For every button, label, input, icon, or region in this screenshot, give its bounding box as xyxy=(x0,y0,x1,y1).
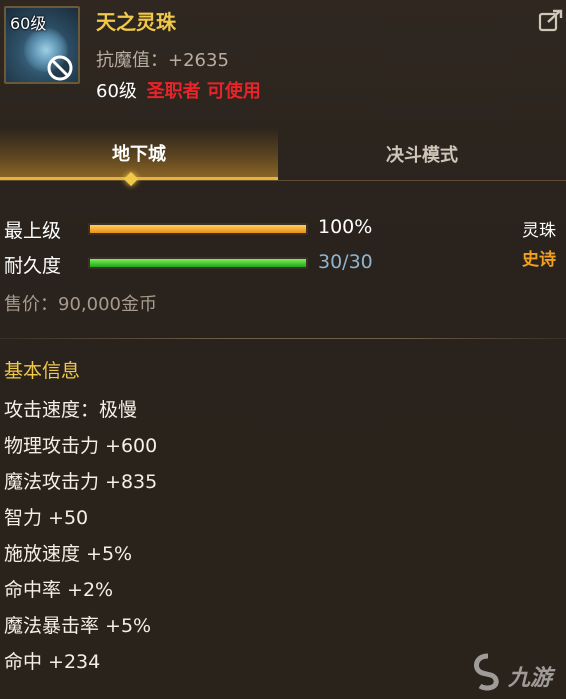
item-name: 天之灵珠 xyxy=(96,10,176,34)
share-icon[interactable] xyxy=(538,8,564,32)
durability-bar xyxy=(88,257,308,269)
upgrade-bar-fill xyxy=(90,225,306,233)
upgrade-value: 100% xyxy=(318,216,373,238)
sell-price: 售价：90,000金币 xyxy=(4,294,157,315)
attribute-line: 施放速度 +5% xyxy=(4,543,133,565)
item-tooltip-panel: 60级 天之灵珠 抗魔值：+2635 60级 圣职者 可使用 地下城 决斗模式 … xyxy=(0,0,566,699)
required-class: 圣职者 可使用 xyxy=(146,81,261,102)
item-type: 灵珠 xyxy=(522,221,556,241)
attribute-line: 魔法暴击率 +5% xyxy=(4,615,152,637)
watermark-logo-icon xyxy=(473,653,499,691)
tab-dungeon[interactable]: 地下城 xyxy=(0,128,278,180)
section-divider xyxy=(0,338,566,339)
tab-pvp[interactable]: 决斗模式 xyxy=(278,128,566,180)
attribute-line: 攻击速度：极慢 xyxy=(4,399,138,421)
mode-tabs: 地下城 决斗模式 xyxy=(0,128,566,181)
attribute-line: 物理攻击力 +600 xyxy=(4,435,158,457)
resist-value: 抗魔值：+2635 xyxy=(96,50,229,71)
requirement-line: 60级 圣职者 可使用 xyxy=(96,77,261,103)
upgrade-bar xyxy=(88,223,308,235)
required-level: 60级 xyxy=(96,81,137,102)
basic-info-title: 基本信息 xyxy=(4,360,81,382)
item-rarity: 史诗 xyxy=(522,250,556,270)
unusable-icon xyxy=(47,55,73,81)
durability-value: 30/30 xyxy=(318,251,373,273)
upgrade-label: 最上级 xyxy=(4,220,62,242)
watermark-text: 九游 xyxy=(508,666,553,691)
attribute-line: 智力 +50 xyxy=(4,507,89,529)
item-icon-level: 60级 xyxy=(10,14,47,33)
attribute-line: 命中率 +2% xyxy=(4,579,114,601)
site-watermark: 九游 xyxy=(470,652,562,696)
attribute-line: 魔法攻击力 +835 xyxy=(4,471,158,493)
item-icon[interactable]: 60级 xyxy=(4,6,80,84)
durability-label: 耐久度 xyxy=(4,255,62,277)
durability-bar-fill xyxy=(90,259,306,267)
attribute-line: 命中 +234 xyxy=(4,651,101,673)
